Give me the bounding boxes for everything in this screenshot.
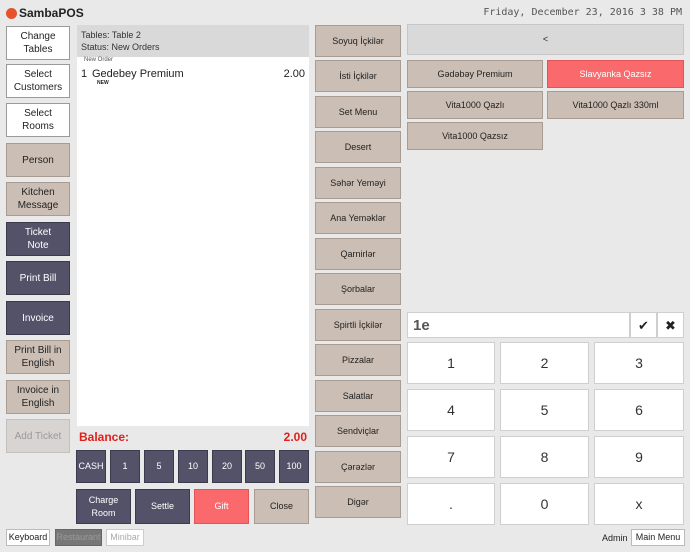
numpad-key-5[interactable]: 5 (500, 389, 589, 431)
select-rooms-button[interactable]: Select Rooms (6, 103, 70, 137)
confirm-check-icon[interactable]: ✔ (630, 312, 657, 338)
product-vita1000-qazli-330ml[interactable]: Vita1000 Qazlı 330ml (547, 91, 684, 119)
cash-20-button[interactable]: 20 (212, 450, 242, 483)
numpad-key-9[interactable]: 9 (594, 436, 684, 478)
product-vita1000-qazsiz[interactable]: Vita1000 Qazsız (407, 122, 543, 150)
change-tables-button[interactable]: Change Tables (6, 26, 70, 60)
cash-10-button[interactable]: 10 (178, 450, 208, 483)
category-soyuq-ickiler[interactable]: Soyuq İçkilər (315, 25, 401, 57)
product-vita1000-qazli[interactable]: Vita1000 Qazlı (407, 91, 543, 119)
cash-50-button[interactable]: 50 (245, 450, 275, 483)
add-ticket-button[interactable]: Add Ticket (6, 419, 70, 453)
logo-text: SambaPOS (19, 6, 84, 20)
numpad-key-1[interactable]: 1 (407, 342, 495, 384)
clear-x-icon[interactable]: ✖ (657, 312, 684, 338)
numpad-input[interactable]: 1e (407, 312, 630, 338)
cash-1-button[interactable]: 1 (110, 450, 140, 483)
order-qty: 1 (81, 68, 88, 80)
order-line[interactable]: 1 Gedebey Premium 2.00 NEW (81, 68, 305, 88)
cash-100-button[interactable]: 100 (279, 450, 309, 483)
category-isti-ickiler[interactable]: İsti İçkilər (315, 60, 401, 92)
category-sorbalar[interactable]: Şorbalar (315, 273, 401, 305)
balance-value: 2.00 (283, 430, 307, 444)
minibar-tab[interactable]: Minibar (106, 529, 144, 546)
numpad-key-x[interactable]: x (594, 483, 684, 525)
invoice-english-button[interactable]: Invoice in English (6, 380, 70, 414)
logo-icon (6, 7, 17, 19)
order-group-label: New Order (84, 57, 114, 63)
numpad-key-0[interactable]: 0 (500, 483, 589, 525)
category-cerezler[interactable]: Çərəzlər (315, 451, 401, 483)
category-sendvicler[interactable]: Sendviçlar (315, 415, 401, 447)
app-logo: SambaPOS (6, 4, 84, 22)
category-salatlar[interactable]: Salatlar (315, 380, 401, 412)
keyboard-button[interactable]: Keyboard (6, 529, 50, 546)
back-button[interactable]: < (407, 24, 684, 55)
numpad-key-dot[interactable]: . (407, 483, 495, 525)
person-button[interactable]: Person (6, 143, 70, 177)
category-diger[interactable]: Digər (315, 486, 401, 518)
ticket-note-button[interactable]: Ticket Note (6, 222, 70, 256)
balance-label: Balance: (79, 430, 130, 444)
product-gedebey-premium[interactable]: Gədəbəy Premium (407, 60, 543, 88)
numpad-key-3[interactable]: 3 (594, 342, 684, 384)
kitchen-message-button[interactable]: Kitchen Message (6, 182, 70, 216)
gift-button[interactable]: Gift (194, 489, 249, 524)
main-menu-button[interactable]: Main Menu (631, 529, 685, 546)
numpad-key-4[interactable]: 4 (407, 389, 495, 431)
close-button[interactable]: Close (254, 489, 309, 524)
numpad-key-6[interactable]: 6 (594, 389, 684, 431)
print-bill-button[interactable]: Print Bill (6, 261, 70, 295)
category-ana-yemekler[interactable]: Ana Yeməklər (315, 202, 401, 234)
cash-5-button[interactable]: 5 (144, 450, 174, 483)
category-set-menu[interactable]: Set Menu (315, 96, 401, 128)
ticket-orders: New Order 1 Gedebey Premium 2.00 NEW (77, 57, 309, 426)
category-qarnirler[interactable]: Qarnirlər (315, 238, 401, 270)
cash-button[interactable]: CASH (76, 450, 106, 483)
restaurant-tab[interactable]: Restaurant (55, 529, 102, 546)
charge-room-button[interactable]: Charge Room (76, 489, 131, 524)
ticket-table: Tables: Table 2 (81, 30, 141, 40)
ticket-header: Tables: Table 2 Status: New Orders (77, 25, 309, 57)
print-bill-english-button[interactable]: Print Bill in English (6, 340, 70, 374)
settle-button[interactable]: Settle (135, 489, 190, 524)
select-customers-button[interactable]: Select Customers (6, 64, 70, 98)
category-spirtli-ickiler[interactable]: Spirtli İçkilər (315, 309, 401, 341)
datetime: Friday, December 23, 2016 3 38 PM (483, 7, 682, 18)
user-name: Admin (602, 533, 628, 543)
numpad-key-7[interactable]: 7 (407, 436, 495, 478)
category-desert[interactable]: Desert (315, 131, 401, 163)
ticket-status: Status: New Orders (81, 42, 160, 52)
numpad-key-8[interactable]: 8 (500, 436, 589, 478)
product-slavyanka-qazsiz[interactable]: Slavyanka Qazsız (547, 60, 684, 88)
balance-row: Balance: 2.00 (77, 428, 309, 446)
numpad-key-2[interactable]: 2 (500, 342, 589, 384)
invoice-button[interactable]: Invoice (6, 301, 70, 335)
category-pizzalar[interactable]: Pizzalar (315, 344, 401, 376)
order-price: 2.00 (283, 68, 305, 80)
category-seher-yemeyi[interactable]: Səhər Yeməyi (315, 167, 401, 199)
order-name: Gedebey Premium (92, 68, 184, 80)
order-tag: NEW (97, 80, 109, 86)
